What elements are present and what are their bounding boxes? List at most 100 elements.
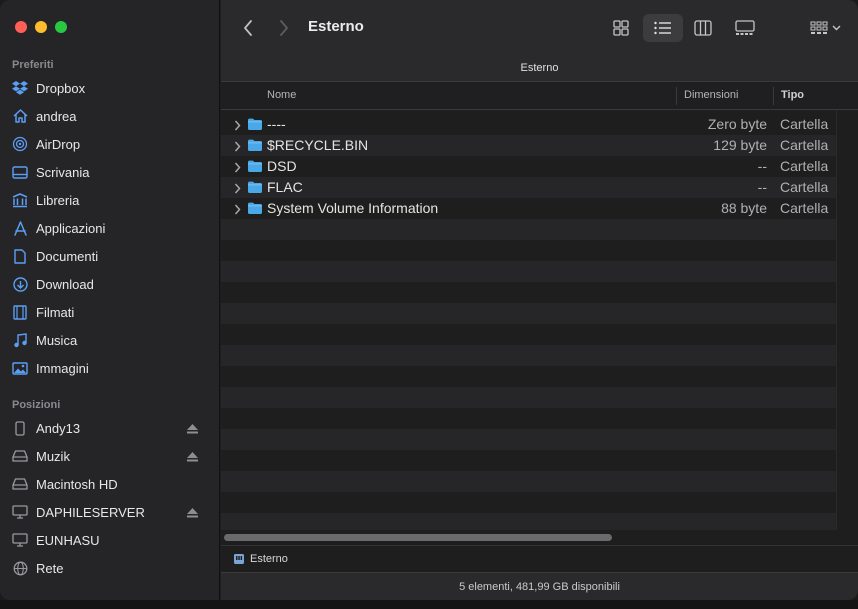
path-bar: Esterno	[221, 545, 858, 572]
vertical-scroll-track[interactable]	[836, 110, 858, 530]
sidebar-item-label: Scrivania	[36, 164, 90, 180]
zoom-button[interactable]	[55, 21, 67, 33]
file-name: FLAC	[267, 179, 303, 195]
status-text: 5 elementi, 481,99 GB disponibili	[459, 581, 620, 593]
gallery-view-button[interactable]	[725, 14, 765, 42]
minimize-button[interactable]	[35, 21, 47, 33]
empty-row	[221, 324, 836, 345]
sidebar-item-muzik[interactable]: Muzik	[12, 444, 208, 468]
empty-row	[221, 492, 836, 513]
file-size: Zero byte	[707, 116, 767, 132]
sidebar-item-label: Libreria	[36, 192, 80, 208]
sidebar-item-immagini[interactable]: Immagini	[12, 356, 208, 380]
disclosure-triangle-icon[interactable]	[234, 118, 241, 134]
sidebar-item-label: Filmati	[36, 304, 75, 320]
horizontal-scroll-thumb[interactable]	[224, 534, 612, 541]
sidebar-item-label: AirDrop	[36, 136, 81, 152]
tab-esterno[interactable]: Esterno	[221, 62, 858, 74]
grid-icon	[613, 20, 629, 36]
sidebar-item-applicazioni[interactable]: Applicazioni	[12, 216, 208, 240]
sidebar-item-label: Download	[36, 276, 94, 292]
disclosure-triangle-icon[interactable]	[234, 181, 241, 197]
eject-icon[interactable]	[187, 506, 198, 521]
empty-row	[221, 450, 836, 471]
column-header-kind[interactable]: Tipo	[781, 89, 804, 101]
sidebar-item-daphileserver[interactable]: DAPHILESERVER	[12, 500, 208, 524]
column-divider[interactable]	[676, 87, 677, 105]
disclosure-triangle-icon[interactable]	[234, 202, 241, 218]
sidebar-item-andrea[interactable]: andrea	[12, 104, 208, 128]
sidebar: Preferiti Dropbox andrea AirDrop Scrivan…	[0, 0, 220, 600]
folder-icon	[248, 138, 262, 154]
column-divider[interactable]	[773, 87, 774, 105]
sidebar-item-musica[interactable]: Musica	[12, 328, 208, 352]
close-button[interactable]	[15, 21, 27, 33]
iphone-icon	[12, 420, 28, 436]
column-view-button[interactable]	[683, 14, 723, 42]
column-headers: Nome Dimensioni Tipo	[221, 83, 858, 110]
sidebar-item-label: Macintosh HD	[36, 476, 118, 492]
sidebar-item-macintosh-hd[interactable]: Macintosh HD	[12, 472, 208, 496]
applications-icon	[12, 220, 28, 236]
list-view-button[interactable]	[643, 14, 683, 42]
icon-view-button[interactable]	[601, 14, 641, 42]
column-header-name[interactable]: Nome	[267, 89, 296, 101]
table-row[interactable]: ---- Zero byte Cartella	[221, 114, 836, 135]
sidebar-item-label: Dropbox	[36, 80, 86, 96]
movies-icon	[12, 304, 28, 320]
disclosure-triangle-icon[interactable]	[234, 139, 241, 155]
sidebar-item-airdrop[interactable]: AirDrop	[12, 132, 208, 156]
folder-icon	[248, 201, 262, 217]
file-size: 129 byte	[713, 137, 767, 153]
list-icon	[654, 21, 671, 35]
sidebar-item-andy13[interactable]: Andy13	[12, 416, 208, 440]
chevron-down-icon	[832, 25, 840, 31]
sidebar-item-eunhasu[interactable]: EUNHASU	[12, 528, 208, 552]
external-drive-icon	[12, 448, 28, 464]
tab-bar: Esterno	[221, 56, 858, 82]
sidebar-item-download[interactable]: Download	[12, 272, 208, 296]
eject-icon[interactable]	[187, 422, 198, 437]
sidebar-item-filmati[interactable]: Filmati	[12, 300, 208, 324]
horizontal-scrollbar[interactable]	[221, 530, 836, 545]
eject-icon[interactable]	[187, 450, 198, 465]
file-name: System Volume Information	[267, 200, 439, 216]
sidebar-item-rete[interactable]: Rete	[12, 556, 208, 580]
file-size: --	[757, 179, 767, 195]
table-row[interactable]: $RECYCLE.BIN 129 byte Cartella	[221, 135, 836, 156]
sidebar-item-libreria[interactable]: Libreria	[12, 188, 208, 212]
path-item-esterno[interactable]: Esterno	[250, 553, 288, 565]
sidebar-item-scrivania[interactable]: Scrivania	[12, 160, 208, 184]
forward-button[interactable]	[272, 16, 296, 40]
group-button[interactable]	[803, 14, 847, 42]
download-icon	[12, 276, 28, 292]
file-name: DSD	[267, 158, 297, 174]
chevron-left-icon	[244, 20, 252, 36]
back-button[interactable]	[236, 16, 260, 40]
library-icon	[12, 192, 28, 208]
sidebar-item-label: Andy13	[36, 420, 81, 436]
file-kind: Cartella	[780, 200, 829, 216]
empty-row	[221, 261, 836, 282]
table-row[interactable]: DSD -- Cartella	[221, 156, 836, 177]
empty-row	[221, 240, 836, 261]
music-icon	[12, 332, 28, 348]
sidebar-item-label: andrea	[36, 108, 77, 124]
sidebar-item-documenti[interactable]: Documenti	[12, 244, 208, 268]
pictures-icon	[12, 360, 28, 376]
columns-icon	[694, 20, 712, 36]
table-row[interactable]: System Volume Information 88 byte Cartel…	[221, 198, 836, 219]
chevron-right-icon	[280, 20, 288, 36]
column-header-size[interactable]: Dimensioni	[684, 89, 738, 101]
file-kind: Cartella	[780, 116, 829, 132]
empty-row	[221, 303, 836, 324]
disclosure-triangle-icon[interactable]	[234, 160, 241, 176]
empty-row	[221, 282, 836, 303]
dropbox-icon	[12, 80, 28, 96]
empty-row	[221, 345, 836, 366]
empty-row	[221, 408, 836, 429]
folder-icon	[248, 180, 262, 196]
sidebar-item-dropbox[interactable]: Dropbox	[12, 76, 208, 100]
sidebar-item-label: EUNHASU	[36, 532, 100, 548]
table-row[interactable]: FLAC -- Cartella	[221, 177, 836, 198]
